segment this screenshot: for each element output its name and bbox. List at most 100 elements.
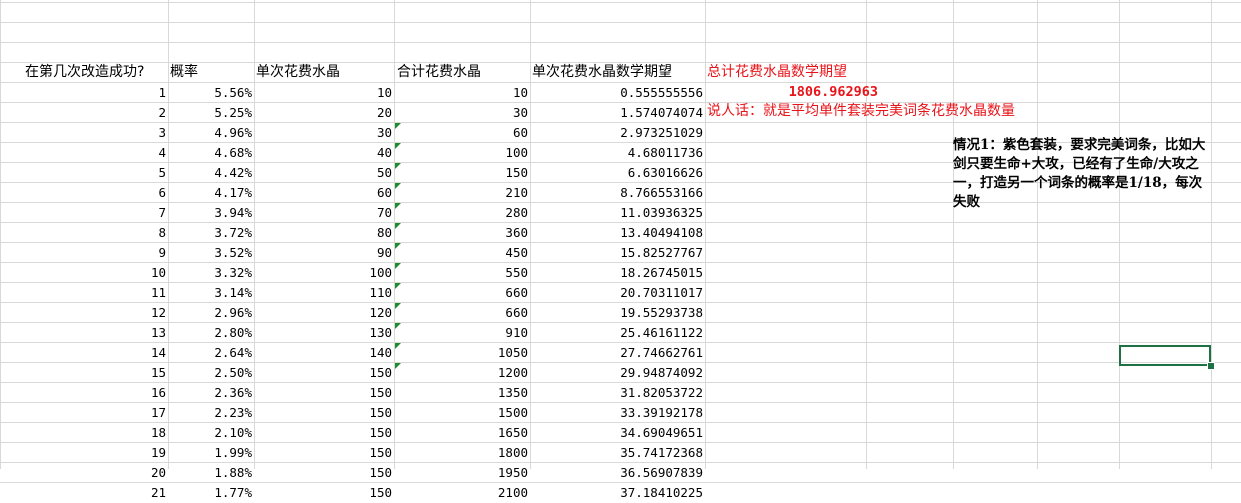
- cell-single-expectation[interactable]: 2.973251029: [530, 122, 705, 143]
- cell-attempt[interactable]: 15: [0, 362, 168, 383]
- cell-total-cost[interactable]: 360: [394, 222, 530, 243]
- cell-single-expectation[interactable]: 34.69049651: [530, 422, 705, 443]
- cell-attempt[interactable]: 2: [0, 102, 168, 123]
- cell-probability[interactable]: 4.17%: [168, 182, 254, 203]
- cell-attempt[interactable]: 18: [0, 422, 168, 443]
- error-indicator-icon[interactable]: [395, 183, 401, 189]
- cell-attempt[interactable]: 1: [0, 82, 168, 103]
- cell-single-cost[interactable]: 50: [254, 162, 394, 183]
- cell-attempt[interactable]: 16: [0, 382, 168, 403]
- cell-probability[interactable]: 2.10%: [168, 422, 254, 443]
- cell-single-cost[interactable]: 20: [254, 102, 394, 123]
- cell-single-cost[interactable]: 150: [254, 482, 394, 503]
- cell-total-cost[interactable]: 10: [394, 82, 530, 103]
- error-indicator-icon[interactable]: [395, 283, 401, 289]
- cell-attempt[interactable]: 10: [0, 262, 168, 283]
- error-indicator-icon[interactable]: [395, 123, 401, 129]
- cell-probability[interactable]: 1.77%: [168, 482, 254, 503]
- cell-attempt[interactable]: 20: [0, 462, 168, 483]
- cell-total-cost[interactable]: 1050: [394, 342, 530, 363]
- cell-single-expectation[interactable]: 25.46161122: [530, 322, 705, 343]
- cell-probability[interactable]: 3.72%: [168, 222, 254, 243]
- cell-probability[interactable]: 2.96%: [168, 302, 254, 323]
- header-single-expectation[interactable]: 单次花费水晶数学期望: [530, 62, 674, 83]
- cell-single-cost[interactable]: 140: [254, 342, 394, 363]
- cell-attempt[interactable]: 17: [0, 402, 168, 423]
- error-indicator-icon[interactable]: [395, 363, 401, 369]
- scenario-note[interactable]: 情况1：紫色套装，要求完美词条，比如大剑只要生命+大攻，已经有了生命/大攻之一，…: [953, 136, 1211, 212]
- cell-total-cost[interactable]: 210: [394, 182, 530, 203]
- cell-attempt[interactable]: 13: [0, 322, 168, 343]
- cell-attempt[interactable]: 7: [0, 202, 168, 223]
- cell-probability[interactable]: 3.52%: [168, 242, 254, 263]
- cell-single-cost[interactable]: 10: [254, 82, 394, 103]
- cell-probability[interactable]: 1.88%: [168, 462, 254, 483]
- active-cell-selection[interactable]: [1119, 345, 1211, 366]
- cell-single-cost[interactable]: 150: [254, 382, 394, 403]
- cell-single-expectation[interactable]: 29.94874092: [530, 362, 705, 383]
- cell-attempt[interactable]: 19: [0, 442, 168, 463]
- header-total-cost[interactable]: 合计花费水晶: [395, 62, 483, 83]
- cell-single-cost[interactable]: 150: [254, 442, 394, 463]
- cell-probability[interactable]: 4.96%: [168, 122, 254, 143]
- cell-single-cost[interactable]: 150: [254, 422, 394, 443]
- cell-total-cost[interactable]: 550: [394, 262, 530, 283]
- error-indicator-icon[interactable]: [395, 163, 401, 169]
- cell-probability[interactable]: 2.23%: [168, 402, 254, 423]
- cell-probability[interactable]: 2.50%: [168, 362, 254, 383]
- cell-single-expectation[interactable]: 19.55293738: [530, 302, 705, 323]
- cell-single-cost[interactable]: 150: [254, 462, 394, 483]
- cell-single-expectation[interactable]: 8.766553166: [530, 182, 705, 203]
- cell-single-expectation[interactable]: 18.26745015: [530, 262, 705, 283]
- cell-single-expectation[interactable]: 27.74662761: [530, 342, 705, 363]
- header-probability[interactable]: 概率: [168, 62, 200, 83]
- cell-attempt[interactable]: 6: [0, 182, 168, 203]
- error-indicator-icon[interactable]: [395, 343, 401, 349]
- cell-single-expectation[interactable]: 11.03936325: [530, 202, 705, 223]
- cell-single-expectation[interactable]: 13.40494108: [530, 222, 705, 243]
- error-indicator-icon[interactable]: [395, 243, 401, 249]
- cell-total-cost[interactable]: 280: [394, 202, 530, 223]
- cell-single-expectation[interactable]: 37.18410225: [530, 482, 705, 503]
- cell-total-cost[interactable]: 660: [394, 302, 530, 323]
- error-indicator-icon[interactable]: [395, 223, 401, 229]
- cell-single-cost[interactable]: 120: [254, 302, 394, 323]
- cell-total-cost[interactable]: 450: [394, 242, 530, 263]
- cell-probability[interactable]: 2.36%: [168, 382, 254, 403]
- cell-total-cost[interactable]: 2100: [394, 482, 530, 503]
- cell-total-cost[interactable]: 150: [394, 162, 530, 183]
- cell-total-cost[interactable]: 30: [394, 102, 530, 123]
- cell-attempt[interactable]: 4: [0, 142, 168, 163]
- error-indicator-icon[interactable]: [395, 263, 401, 269]
- cell-total-cost[interactable]: 1200: [394, 362, 530, 383]
- cell-single-cost[interactable]: 80: [254, 222, 394, 243]
- plain-words-note[interactable]: 说人话：就是平均单件套装完美词条花费水晶数量: [705, 101, 1017, 122]
- cell-single-cost[interactable]: 70: [254, 202, 394, 223]
- cell-single-expectation[interactable]: 31.82053722: [530, 382, 705, 403]
- cell-probability[interactable]: 2.80%: [168, 322, 254, 343]
- cell-attempt[interactable]: 11: [0, 282, 168, 303]
- cell-single-cost[interactable]: 40: [254, 142, 394, 163]
- cell-attempt[interactable]: 21: [0, 482, 168, 503]
- cell-probability[interactable]: 5.25%: [168, 102, 254, 123]
- cell-single-cost[interactable]: 60: [254, 182, 394, 203]
- cell-single-expectation[interactable]: 33.39192178: [530, 402, 705, 423]
- fill-handle[interactable]: [1207, 362, 1215, 370]
- cell-single-expectation[interactable]: 6.63016626: [530, 162, 705, 183]
- cell-single-cost[interactable]: 150: [254, 362, 394, 383]
- cell-probability[interactable]: 5.56%: [168, 82, 254, 103]
- cell-single-cost[interactable]: 150: [254, 402, 394, 423]
- header-total-expectation[interactable]: 总计花费水晶数学期望: [705, 62, 849, 83]
- cell-probability[interactable]: 4.42%: [168, 162, 254, 183]
- cell-attempt[interactable]: 14: [0, 342, 168, 363]
- cell-total-cost[interactable]: 1650: [394, 422, 530, 443]
- cell-single-cost[interactable]: 130: [254, 322, 394, 343]
- cell-probability[interactable]: 3.32%: [168, 262, 254, 283]
- cell-total-cost[interactable]: 660: [394, 282, 530, 303]
- cell-single-cost[interactable]: 100: [254, 262, 394, 283]
- cell-single-expectation[interactable]: 0.555555556: [530, 82, 705, 103]
- cell-probability[interactable]: 1.99%: [168, 442, 254, 463]
- cell-single-expectation[interactable]: 4.68011736: [530, 142, 705, 163]
- cell-single-cost[interactable]: 110: [254, 282, 394, 303]
- cell-attempt[interactable]: 5: [0, 162, 168, 183]
